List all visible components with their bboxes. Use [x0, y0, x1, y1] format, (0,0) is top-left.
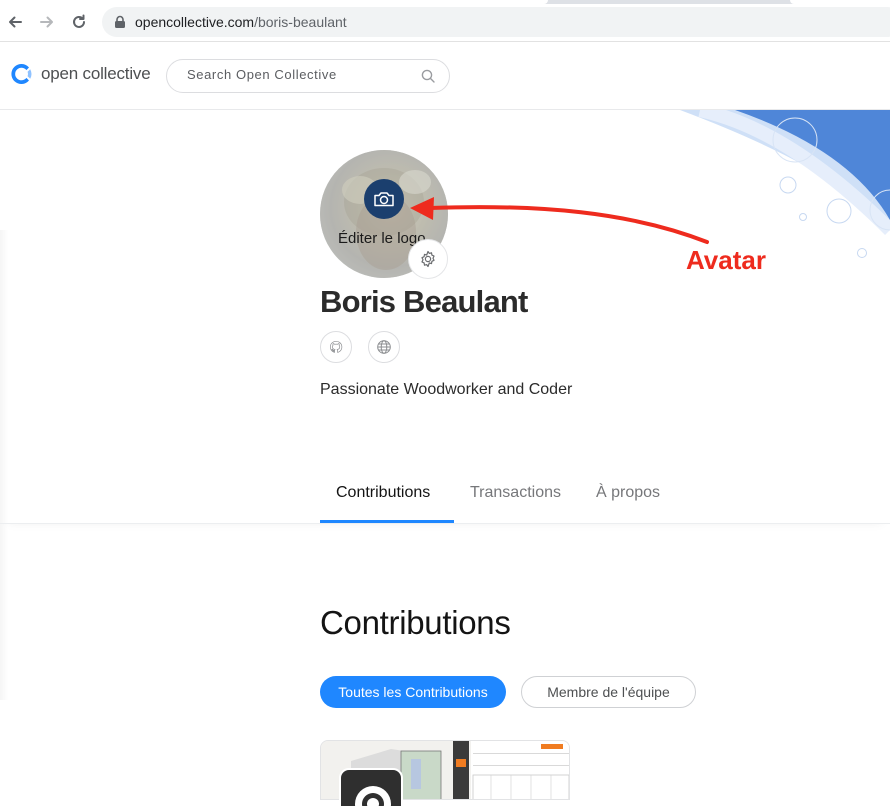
back-button[interactable]	[4, 11, 26, 33]
url-path: /boris-beaulant	[254, 14, 347, 30]
tab-about[interactable]: À propos	[596, 484, 660, 502]
open-collective-logo-icon	[11, 64, 32, 84]
search-input[interactable]	[187, 67, 417, 82]
contribution-logo	[339, 768, 403, 808]
profile-tagline: Passionate Woodworker and Coder	[320, 381, 573, 398]
camera-icon	[374, 192, 394, 207]
website-link[interactable]	[368, 331, 400, 363]
section-title: Contributions	[320, 604, 511, 641]
reload-button[interactable]	[68, 11, 90, 33]
reload-icon	[73, 14, 85, 28]
tab-contributions[interactable]: Contributions	[336, 484, 430, 502]
lock-icon	[115, 15, 125, 28]
saw-blade-icon	[355, 786, 391, 806]
forward-button[interactable]	[36, 11, 58, 33]
address-bar[interactable]: opencollective.com/boris-beaulant	[102, 7, 890, 37]
search-box[interactable]	[166, 59, 450, 93]
globe-icon	[377, 340, 391, 354]
profile-tabs: Contributions Transactions À propos	[0, 460, 890, 524]
url-host: opencollective.com	[135, 14, 255, 30]
browser-tab[interactable]	[790, 0, 890, 4]
annotation-arrow	[410, 197, 709, 244]
annotation-label: Avatar	[686, 245, 766, 275]
browser-toolbar: opencollective.com/boris-beaulant	[0, 0, 890, 42]
github-link[interactable]	[320, 331, 352, 363]
site-header: open collective	[0, 42, 890, 110]
search-icon[interactable]	[421, 69, 435, 83]
site-logo[interactable]: open collective	[9, 62, 151, 86]
logo-text: open collective	[41, 64, 151, 83]
url-text: opencollective.com/boris-beaulant	[135, 14, 347, 30]
gear-icon	[421, 250, 435, 268]
change-avatar-button[interactable]	[364, 179, 404, 219]
filter-all-contributions[interactable]: Toutes les Contributions	[320, 676, 506, 708]
tab-transactions[interactable]: Transactions	[470, 484, 561, 502]
browser-tab[interactable]	[0, 0, 548, 4]
github-icon	[329, 340, 343, 353]
filter-team-member[interactable]: Membre de l'équipe	[521, 676, 696, 708]
arrow-left-icon	[9, 16, 22, 28]
active-tab-indicator	[320, 520, 454, 523]
profile-name: Boris Beaulant	[320, 284, 528, 319]
arrow-right-icon	[40, 16, 53, 28]
tab-strip	[0, 0, 890, 4]
